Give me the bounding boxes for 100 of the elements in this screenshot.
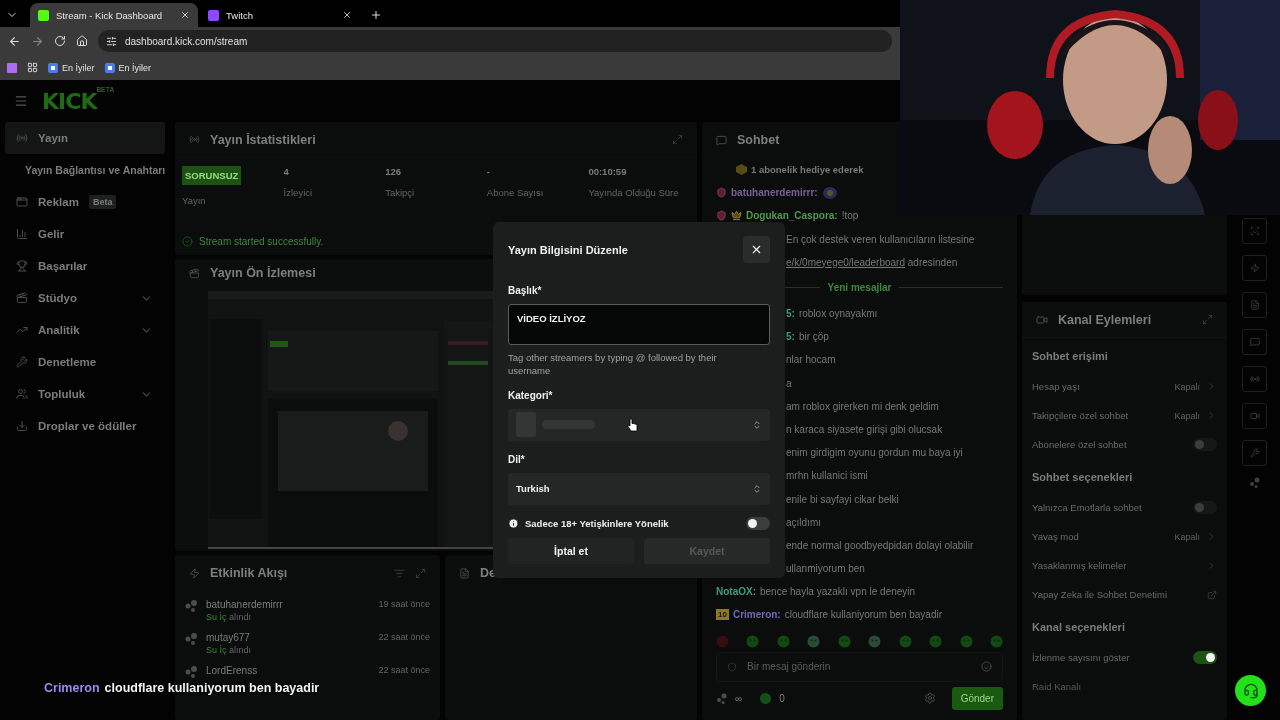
home-icon[interactable] [76, 35, 88, 47]
broadcast-icon[interactable] [1249, 374, 1260, 384]
chat-link[interactable]: e/k/0meyege0/leaderboard [786, 256, 905, 268]
emoji-icon[interactable] [981, 661, 992, 673]
emote-icon[interactable] [868, 634, 882, 648]
chat-message-text: En çok destek veren kullanıcıların listesine [786, 233, 975, 245]
sidebar-item[interactable]: Stüdyo [5, 282, 165, 314]
sidebar-item[interactable]: Topluluk [5, 378, 165, 410]
forward-icon[interactable] [31, 34, 44, 48]
emote-icon[interactable] [898, 634, 912, 648]
field-label: Başlık* [508, 285, 543, 296]
sidebar-item-icon [16, 292, 28, 304]
emote-icon[interactable] [807, 634, 821, 648]
setting-label: Abonelere özel sohbet [1032, 439, 1128, 450]
bolt-icon[interactable] [1249, 263, 1260, 273]
category-select[interactable] [508, 408, 770, 441]
settings-icon[interactable] [923, 692, 936, 705]
event-time: 22 saat önce [378, 632, 430, 642]
toggle-switch[interactable] [1193, 651, 1217, 664]
chat-placeholder: Bir mesaj gönderin [747, 661, 832, 673]
language-select[interactable]: Turkish [508, 472, 770, 505]
camera-icon [1036, 313, 1048, 326]
site-settings-icon[interactable] [106, 35, 117, 47]
broadcast-icon [189, 134, 200, 145]
apps-grid-icon[interactable] [27, 62, 38, 73]
sidebar-item[interactable]: Denetleme [5, 346, 165, 378]
sidebar-item[interactable]: Droplar ve ödüller [5, 410, 165, 442]
close-button[interactable] [743, 236, 770, 263]
dots-icon [185, 599, 198, 612]
close-icon[interactable] [342, 10, 352, 20]
sort-icon [752, 419, 762, 430]
kick-logo: KICK [42, 88, 97, 114]
field-label: Kategori* [508, 389, 554, 401]
chat-username[interactable]: batuhanerdemirrr: [731, 187, 818, 199]
external-link-icon[interactable] [1207, 589, 1217, 600]
emote-icon[interactable] [746, 634, 760, 648]
sidebar-item[interactable]: Analitik [5, 314, 165, 346]
scan-icon[interactable] [1249, 226, 1260, 236]
sidebar-item-label: Droplar ve ödüller [38, 420, 138, 432]
chat-icon[interactable] [1249, 337, 1260, 347]
section-title: Sohbet seçenekleri [1031, 470, 1134, 485]
title-field[interactable]: VİDEO İZLİYOZ [508, 304, 770, 345]
chat-username[interactable]: Crimeron: [732, 609, 781, 621]
emote-icon[interactable] [776, 634, 790, 648]
stat-value: 00:10:59 [588, 166, 627, 177]
stat-label: Yayın [182, 195, 206, 206]
back-icon[interactable] [8, 34, 21, 48]
toggle-switch[interactable] [1193, 438, 1217, 451]
camera-icon[interactable] [1249, 411, 1260, 421]
close-icon [750, 243, 763, 256]
sidebar-item-icon [16, 356, 28, 368]
toggle-switch[interactable] [1193, 501, 1217, 514]
chat-input[interactable]: Bir mesaj gönderin [716, 651, 1003, 682]
points-value: ∞ [735, 692, 743, 704]
new-tab-icon[interactable] [370, 9, 382, 21]
chat-message-text: bence hayla yazaklı vpn le deneyin [760, 586, 916, 598]
emote-icon[interactable] [959, 634, 973, 648]
sidebar-item[interactable]: Gelir [5, 218, 165, 250]
expand-icon[interactable] [1202, 314, 1213, 325]
emote-icon[interactable] [989, 634, 1003, 648]
chat-username[interactable]: 5: [786, 331, 795, 343]
bookmark-square-icon[interactable] [7, 62, 17, 73]
chat-username[interactable]: 5: [786, 308, 795, 320]
gifter-badge: 10 [716, 609, 729, 621]
browser-tab[interactable]: Twitch [200, 3, 360, 27]
sidebar-item[interactable]: Reklam Beta [5, 186, 165, 218]
chat-username[interactable]: Dogukan_Caspora: [746, 210, 838, 222]
browser-tab[interactable]: Stream - Kick Dashboard [30, 3, 198, 27]
close-icon[interactable] [180, 10, 190, 20]
cancel-button[interactable]: İptal et [508, 538, 634, 564]
sidebar-item-icon [16, 324, 28, 336]
dots-icon[interactable] [1249, 477, 1260, 488]
reload-icon[interactable] [54, 35, 66, 47]
expand-icon[interactable] [415, 567, 426, 579]
emote-icon[interactable] [716, 634, 729, 648]
bookmark-link[interactable]: En İyiler [104, 62, 152, 73]
send-button[interactable]: Gönder [951, 686, 1003, 710]
beta-badge: Beta [88, 195, 117, 209]
emote-icon[interactable] [929, 634, 943, 648]
expand-icon[interactable] [672, 134, 683, 145]
sidebar-item[interactable]: Yayın [5, 122, 165, 154]
sidebar-item-label: Başarılar [38, 260, 89, 272]
chat-message-text: ullanmiyorum ben [786, 563, 865, 575]
wrench-icon[interactable] [1249, 448, 1260, 458]
address-bar[interactable]: dashboard.kick.com/stream [98, 30, 892, 52]
event-user: mutay677 [206, 632, 251, 643]
tab-title: Stream - Kick Dashboard [56, 9, 164, 21]
toggle-switch[interactable] [746, 517, 770, 530]
chat-username[interactable]: NotaOX: [716, 586, 756, 598]
setting-label: Yalnızca Emotlarla sohbet [1032, 502, 1143, 513]
filter-icon[interactable] [394, 567, 405, 579]
field-label: Dil* [508, 453, 526, 465]
chat-message-text: enile bi sayfayi cikar belki [786, 493, 899, 505]
status-badge: SORUNSUZ [182, 166, 242, 185]
bookmark-link[interactable]: En İyiler [48, 62, 95, 73]
document-icon[interactable] [1249, 300, 1260, 310]
emote-icon[interactable] [837, 634, 851, 648]
sidebar-item[interactable]: Başarılar [5, 250, 165, 282]
sidebar-item[interactable]: Yayın Bağlantısı ve Anahtarı [5, 154, 165, 186]
menu-icon[interactable] [14, 94, 28, 108]
